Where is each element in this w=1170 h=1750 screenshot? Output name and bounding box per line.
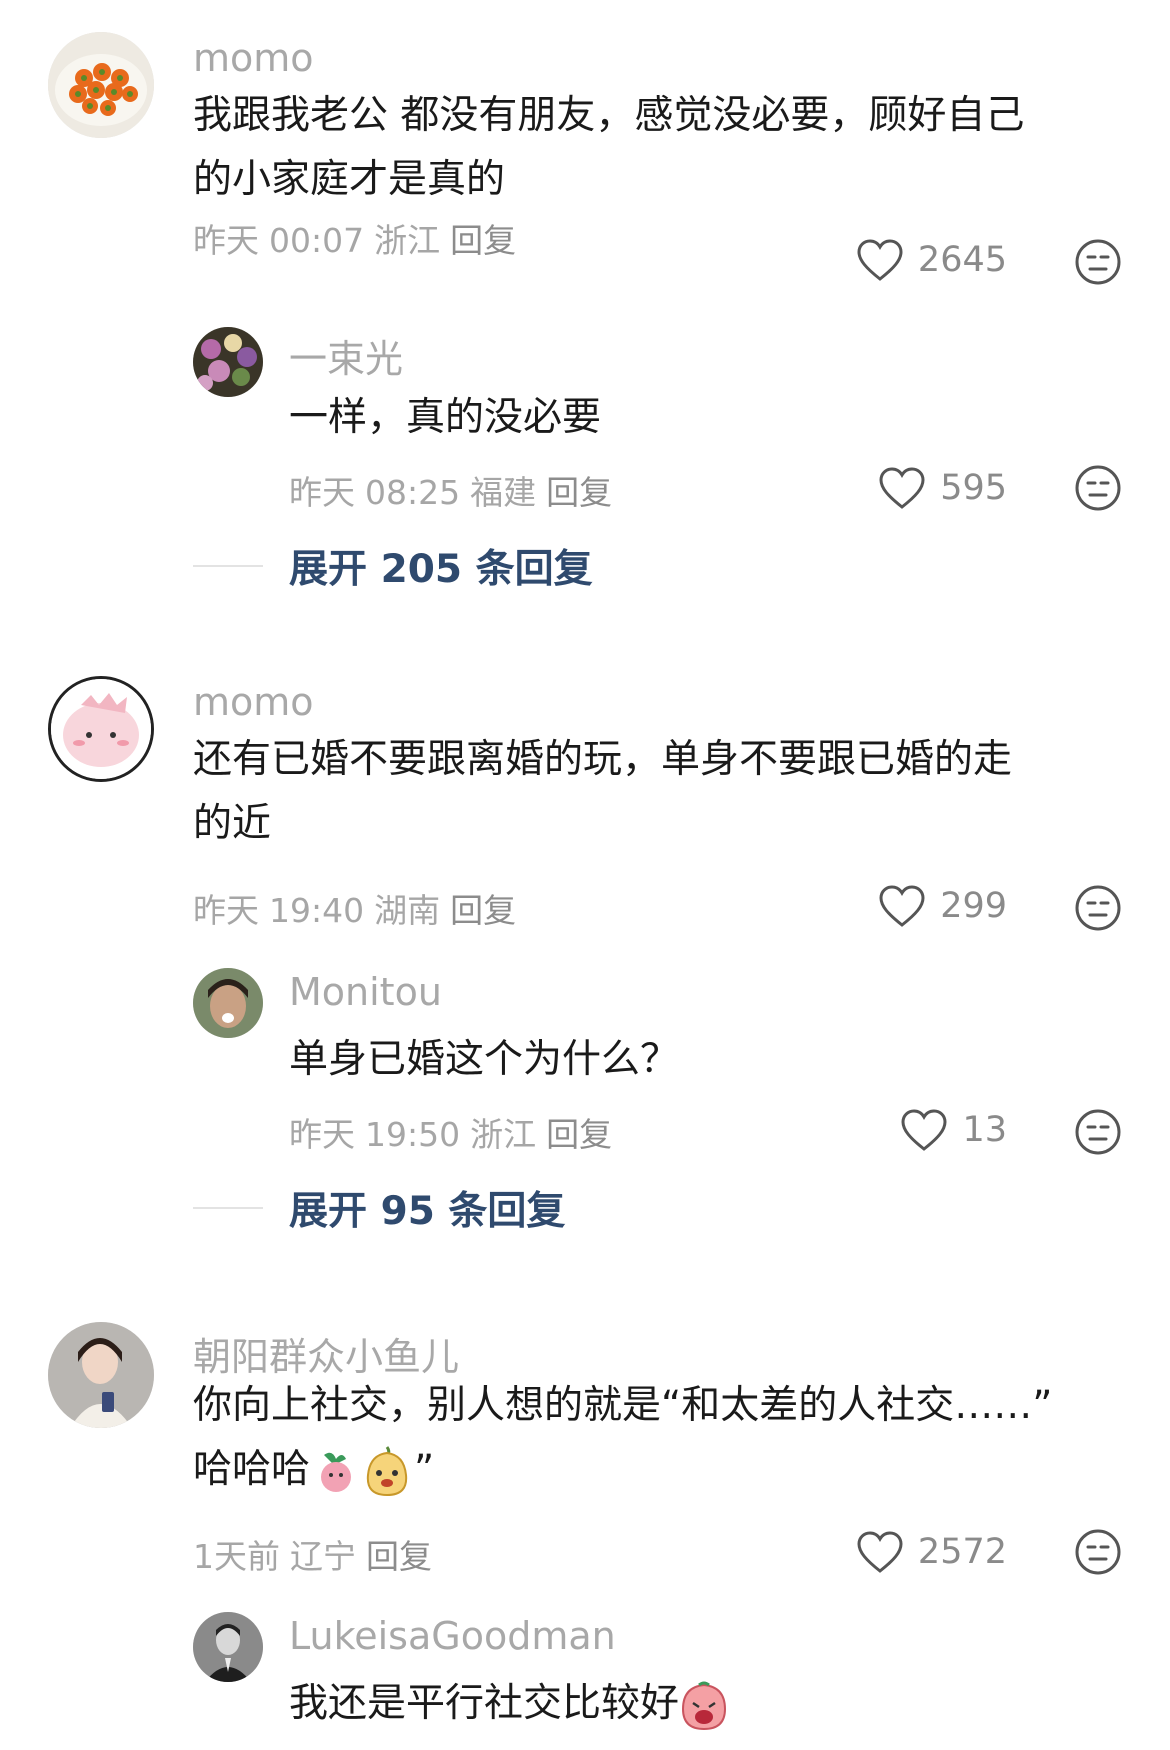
heart-outline-icon — [901, 1109, 947, 1151]
username[interactable]: momo — [193, 680, 314, 724]
comment-text: 我跟我老公 都没有朋友，感觉没必要，顾好自己 的小家庭才是真的 — [193, 84, 1024, 212]
heart-outline-icon — [857, 239, 903, 281]
comment-text: 你向上社交，别人想的就是“和太差的人社交……” 哈哈哈 ” — [193, 1374, 1052, 1502]
reply-button[interactable]: 回复 — [366, 1537, 432, 1576]
comment-text-line: 的小家庭才是真的 — [193, 157, 506, 202]
divider — [193, 1207, 263, 1209]
comment-date: 昨天 — [193, 891, 259, 930]
reply-date: 昨天 — [289, 473, 355, 512]
man-bw-avatar-image — [193, 1612, 263, 1682]
comment-location: 湖南 — [374, 891, 441, 930]
comment-text-line: 的近 — [193, 801, 272, 846]
comment-date: 昨天 — [193, 221, 259, 260]
neutral-face-icon[interactable] — [1074, 1528, 1122, 1576]
comment-location: 辽宁 — [290, 1537, 356, 1576]
reply-text: 我还是平行社交比较好 — [289, 1672, 729, 1736]
comment-text: 还有已婚不要跟离婚的玩，单身不要跟已婚的走 的近 — [193, 728, 1012, 856]
radish-sticker-icon — [321, 1452, 352, 1492]
avatar[interactable] — [193, 1612, 263, 1682]
neutral-face-icon[interactable] — [1074, 884, 1122, 932]
username[interactable]: LukeisaGoodman — [289, 1614, 616, 1658]
comment-text-line: 还有已婚不要跟离婚的玩，单身不要跟已婚的走 — [193, 737, 1013, 782]
reply-time: 08:25 — [365, 473, 461, 512]
comment-location: 浙江 — [374, 221, 441, 260]
avatar[interactable] — [48, 1322, 154, 1428]
comment-date: 1天前 — [193, 1537, 280, 1576]
reply-location: 福建 — [470, 473, 537, 512]
comment-text-line: 我跟我老公 都没有朋友，感觉没必要，顾好自己 — [193, 93, 1025, 138]
comment-meta: 昨天 00:07 浙江 回复 — [193, 214, 526, 262]
like-button[interactable]: 299 — [878, 884, 1007, 928]
username[interactable]: momo — [193, 36, 314, 80]
comment-text-segment: ” — [414, 1447, 435, 1492]
heart-outline-icon — [857, 1531, 903, 1573]
neutral-face-icon[interactable] — [1074, 1108, 1122, 1156]
crying-face-sticker-icon — [682, 1681, 727, 1730]
username[interactable]: 朝阳群众小鱼儿 — [193, 1326, 459, 1381]
reply-location: 浙江 — [470, 1115, 537, 1154]
like-button[interactable]: 2572 — [856, 1530, 1007, 1574]
reply-button[interactable]: 回复 — [450, 891, 516, 930]
like-button[interactable]: 13 — [900, 1108, 1007, 1152]
like-button[interactable]: 2645 — [856, 238, 1007, 282]
reply-meta: 昨天 19:50 浙江 回复 — [289, 1108, 622, 1156]
like-count: 2572 — [917, 1532, 1007, 1572]
reply-time: 19:50 — [365, 1115, 461, 1154]
reply-button[interactable]: 回复 — [546, 473, 612, 512]
comment-meta: 1天前 辽宁 回复 — [193, 1530, 442, 1578]
reply-button[interactable]: 回复 — [546, 1115, 612, 1154]
flowers-avatar-image — [193, 327, 263, 397]
like-count: 13 — [962, 1110, 1007, 1150]
cartoon-avatar-image — [51, 679, 151, 779]
reply-text: 一样，真的没必要 — [289, 395, 602, 440]
heart-outline-icon — [879, 467, 925, 509]
expand-replies-link[interactable]: 展开 205 条回复 — [193, 538, 593, 594]
reply-text: 单身已婚这个为什么？ — [289, 1037, 680, 1082]
expand-replies-link[interactable]: 展开 95 条回复 — [193, 1180, 565, 1236]
comment-text-line: 你向上社交，别人想的就是“和太差的人社交……” — [193, 1383, 1053, 1428]
like-count: 2645 — [917, 240, 1007, 280]
reply-meta: 昨天 08:25 福建 回复 — [289, 466, 622, 514]
comment-text-line-with-stickers: 哈哈哈 ” — [193, 1438, 1052, 1502]
reply-date: 昨天 — [289, 1115, 355, 1154]
expand-replies-label: 展开 95 条回复 — [289, 1189, 566, 1234]
avatar[interactable] — [48, 676, 154, 782]
avatar[interactable] — [48, 32, 154, 138]
person-avatar-image — [193, 968, 263, 1038]
comment-text-segment: 哈哈哈 — [193, 1447, 311, 1492]
expand-replies-label: 展开 205 条回复 — [289, 547, 593, 592]
neutral-face-icon[interactable] — [1074, 238, 1122, 286]
like-count: 595 — [940, 468, 1007, 508]
comment-time: 00:07 — [269, 221, 365, 260]
comment-meta: 昨天 19:40 湖南 回复 — [193, 884, 526, 932]
pear-face-sticker-icon — [366, 1445, 408, 1496]
reply-text-segment: 我还是平行社交比较好 — [289, 1681, 680, 1726]
woman-avatar-image — [48, 1322, 154, 1428]
avatar[interactable] — [193, 968, 263, 1038]
like-count: 299 — [940, 886, 1007, 926]
username[interactable]: 一束光 — [289, 328, 403, 383]
username[interactable]: Monitou — [289, 970, 442, 1014]
reply-button[interactable]: 回复 — [450, 221, 516, 260]
food-plate-avatar-image — [48, 32, 154, 138]
heart-outline-icon — [879, 885, 925, 927]
comment-time: 19:40 — [269, 891, 365, 930]
neutral-face-icon[interactable] — [1074, 464, 1122, 512]
divider — [193, 565, 263, 567]
like-button[interactable]: 595 — [878, 466, 1007, 510]
avatar[interactable] — [193, 327, 263, 397]
